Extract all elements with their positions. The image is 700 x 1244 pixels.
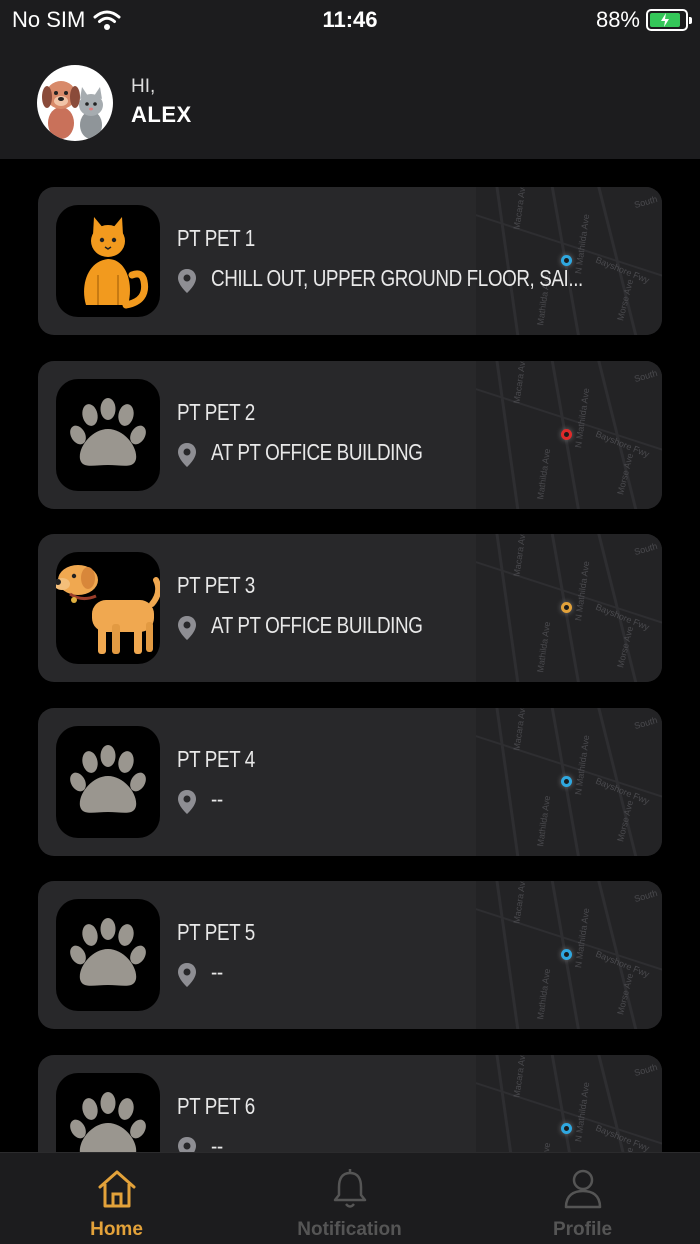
tab-profile[interactable]: Profile bbox=[466, 1153, 699, 1244]
map-street-label: South bbox=[633, 367, 659, 384]
tab-profile-label: Profile bbox=[552, 1219, 613, 1240]
pet-name: PT PET 1 bbox=[177, 225, 255, 251]
pet-map-marker bbox=[561, 775, 572, 787]
location-pin-icon bbox=[178, 442, 196, 467]
pet-photo bbox=[56, 205, 160, 317]
map-street-label: Macara Ave bbox=[511, 707, 528, 751]
map-street-label: Mathilda Ave bbox=[535, 447, 553, 500]
location-pin-icon bbox=[178, 963, 196, 987]
home-icon bbox=[98, 1170, 136, 1208]
map-street-label: N Mathilda Ave bbox=[573, 560, 592, 622]
pet-card[interactable]: South Bayshore Fwy N Mathilda Ave Macara Av… bbox=[38, 1054, 662, 1153]
map-street-label: South bbox=[633, 714, 659, 731]
map-street-label: N Mathilda Ave bbox=[573, 907, 592, 969]
pet-name: PT PET 5 bbox=[177, 919, 255, 945]
tab-home-label: Home bbox=[90, 1219, 143, 1240]
battery-icon bbox=[646, 9, 692, 31]
map-street-label: Macara Ave bbox=[511, 1054, 528, 1098]
pet-map-marker bbox=[561, 602, 572, 613]
pet-location-map: South Bayshore Fwy N Mathilda Ave Macara Av… bbox=[476, 881, 662, 1029]
map-street-label: N Mathilda Ave bbox=[573, 386, 592, 449]
pet-map-marker bbox=[561, 1122, 572, 1134]
map-street-label: N Mathilda Ave bbox=[573, 733, 592, 796]
home-header: HI, ALEX bbox=[0, 40, 700, 159]
pet-map-marker bbox=[561, 428, 572, 440]
person-icon bbox=[564, 1169, 602, 1209]
pet-location-text: AT PT OFFICE BUILDING bbox=[211, 438, 423, 465]
pet-card[interactable]: South Bayshore Fwy N Mathilda Ave Macara Av… bbox=[38, 881, 662, 1029]
map-street-label: Macara Ave bbox=[511, 881, 528, 925]
avatar[interactable] bbox=[37, 65, 113, 141]
pet-location-text: -- bbox=[211, 785, 223, 812]
pet-location-map: South Bayshore Fwy N Mathilda Ave Macara Av… bbox=[476, 534, 662, 682]
user-name: ALEX bbox=[131, 102, 192, 127]
location-pin-icon bbox=[178, 269, 196, 293]
tab-bar: Home Notification Profile bbox=[0, 1152, 700, 1244]
pet-location-map: South Bayshore Fwy N Mathilda Ave Macara Av… bbox=[476, 1054, 662, 1152]
map-street-label: Macara Ave bbox=[511, 187, 528, 231]
battery-percent: 88% bbox=[595, 7, 640, 32]
pet-list[interactable]: South Bayshore Fwy N Mathilda Ave Macara Av… bbox=[0, 159, 700, 1152]
pet-name: PT PET 4 bbox=[177, 745, 255, 772]
map-street-label: South bbox=[633, 1061, 659, 1078]
location-pin-icon bbox=[178, 1136, 196, 1152]
tab-notification[interactable]: Notification bbox=[233, 1153, 466, 1244]
pet-location-text: AT PT OFFICE BUILDING bbox=[211, 612, 423, 638]
paw-icon bbox=[56, 378, 160, 491]
pet-location-text: CHILL OUT, UPPER GROUND FLOOR, SAI... bbox=[211, 265, 583, 291]
pet-location-map: South Bayshore Fwy N Mathilda Ave Macara Av… bbox=[476, 360, 662, 509]
map-street-label: Mathilda Ave bbox=[535, 794, 553, 847]
pet-card[interactable]: South Bayshore Fwy N Mathilda Ave Macara Av… bbox=[38, 360, 662, 509]
pet-name: PT PET 2 bbox=[177, 398, 255, 425]
paw-icon bbox=[56, 899, 160, 1011]
tab-home[interactable]: Home bbox=[0, 1153, 233, 1244]
map-street-label: South bbox=[633, 887, 659, 905]
greeting-block: HI, ALEX bbox=[131, 76, 192, 128]
pet-name: PT PET 6 bbox=[177, 1092, 255, 1119]
greeting-text: HI, bbox=[131, 76, 156, 97]
map-street-label: Mathilda Ave bbox=[535, 1141, 552, 1152]
pet-photo bbox=[56, 552, 160, 664]
pet-card[interactable]: South Bayshore Fwy N Mathilda Ave Macara Av… bbox=[38, 707, 662, 856]
status-bar: No SIM 11:46 88% bbox=[0, 0, 700, 40]
map-street-label: Mathilda Ave bbox=[535, 967, 553, 1021]
pet-card[interactable]: South Bayshore Fwy N Mathilda Ave Macara Av… bbox=[38, 187, 662, 335]
tab-notification-label: Notification bbox=[297, 1219, 402, 1240]
map-street-label: South bbox=[633, 193, 659, 211]
dog-cat-avatar-icon bbox=[42, 81, 103, 139]
map-street-label: Macara Ave bbox=[511, 360, 528, 404]
pet-card[interactable]: South Bayshore Fwy N Mathilda Ave Macara Av… bbox=[38, 534, 662, 682]
map-street-label: Mathilda Ave bbox=[535, 620, 553, 674]
location-pin-icon bbox=[178, 789, 196, 814]
bell-icon bbox=[333, 1169, 367, 1208]
paw-icon bbox=[56, 725, 160, 838]
pet-location-map: South Bayshore Fwy N Mathilda Ave Macara Av… bbox=[476, 707, 662, 856]
map-street-label: South bbox=[633, 540, 659, 558]
paw-icon bbox=[56, 1072, 160, 1152]
location-pin-icon bbox=[178, 616, 196, 640]
status-right: 88% bbox=[595, 7, 692, 33]
map-street-label: Macara Ave bbox=[511, 534, 528, 578]
map-street-label: N Mathilda Ave bbox=[573, 1080, 592, 1143]
pet-map-marker bbox=[561, 949, 572, 960]
pet-location-text: -- bbox=[211, 959, 223, 985]
pet-location-text: -- bbox=[211, 1132, 223, 1153]
charging-bolt-icon bbox=[660, 13, 669, 27]
pet-location-map: South Bayshore Fwy N Mathilda Ave Macara Av… bbox=[476, 187, 662, 335]
pet-name: PT PET 3 bbox=[177, 572, 255, 598]
